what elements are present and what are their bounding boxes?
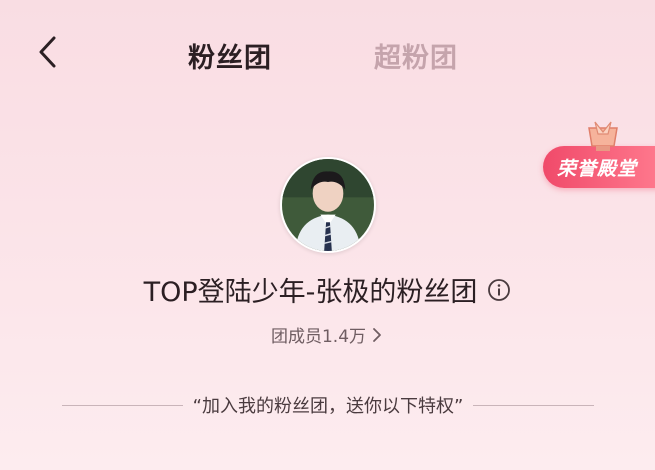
divider-left: [62, 404, 183, 406]
avatar-image: [282, 159, 374, 251]
chevron-left-icon: [39, 36, 56, 68]
back-button[interactable]: [30, 32, 66, 72]
trophy-icon: [588, 121, 618, 151]
honor-hall-button[interactable]: 荣誉殿堂: [543, 118, 655, 198]
chevron-right-icon: [373, 327, 381, 342]
benefits-heading: “加入我的粉丝团，送你以下特权”: [192, 396, 464, 417]
info-icon[interactable]: [487, 278, 511, 302]
fan-group-name: TOP登陆少年-张极的粉丝团: [143, 277, 478, 308]
divider-right: [473, 404, 594, 406]
member-count-link[interactable]: 团成员1.4万: [0, 322, 655, 347]
member-count: 团成员1.4万: [270, 327, 367, 347]
tab-super-fan-group[interactable]: 超粉团: [374, 36, 458, 75]
honor-hall-label: 荣誉殿堂: [557, 158, 638, 180]
tab-fan-group[interactable]: 粉丝团: [188, 36, 272, 75]
avatar[interactable]: [280, 157, 376, 253]
fan-group-title: TOP登陆少年-张极的粉丝团: [0, 270, 655, 309]
benefits-heading-row: “加入我的粉丝团，送你以下特权”: [62, 392, 594, 418]
